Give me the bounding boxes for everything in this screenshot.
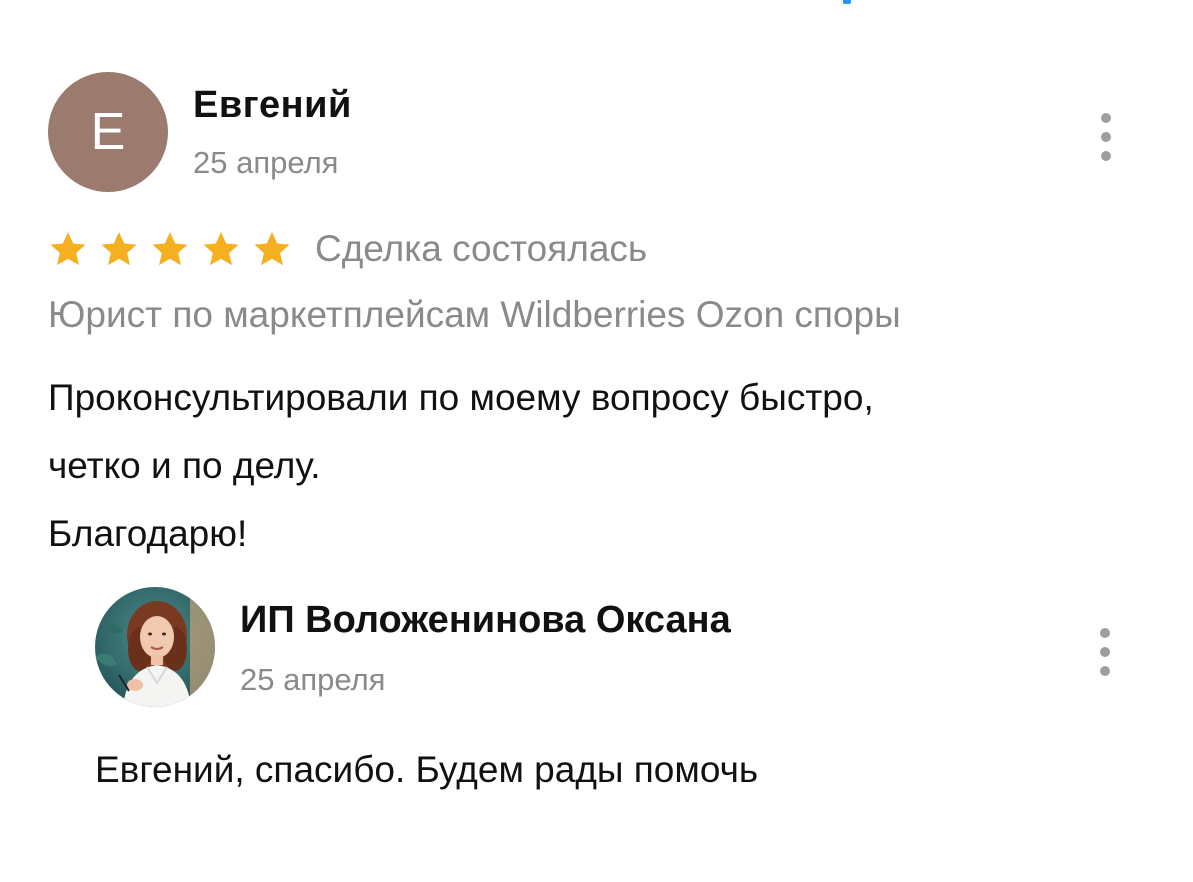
rating-stars (48, 229, 303, 269)
review-text-line: четко и по делу. (48, 445, 321, 486)
star-icon (254, 232, 290, 266)
scroll-accent-mark (843, 0, 851, 4)
reply-author-name[interactable]: ИП Воложенинова Оксана (240, 599, 731, 642)
more-vertical-icon[interactable] (1097, 628, 1113, 676)
rating-row: Сделка состоялась (48, 224, 647, 274)
avatar[interactable]: Е (48, 72, 168, 192)
reply-date: 25 апреля (240, 662, 386, 697)
avatar-initial: Е (90, 103, 126, 161)
reply-text: Евгений, спасибо. Будем рады помочь (95, 749, 759, 790)
star-icon (101, 232, 137, 266)
seller-photo (95, 587, 215, 707)
review-text: Проконсультировали по моему вопросу быст… (48, 364, 1148, 568)
review-text-line: Благодарю! (48, 513, 248, 554)
star-icon (152, 232, 188, 266)
avatar[interactable] (95, 587, 215, 707)
review-author-name[interactable]: Евгений (193, 84, 352, 127)
star-icon (203, 232, 239, 266)
review-text-line: Проконсультировали по моему вопросу быст… (48, 377, 874, 418)
deal-status: Сделка состоялась (315, 228, 648, 269)
star-icon (50, 232, 86, 266)
service-title[interactable]: Юрист по маркетплейсам Wildberries Ozon … (48, 294, 901, 336)
review-date: 25 апреля (193, 145, 339, 180)
more-vertical-icon[interactable] (1098, 113, 1114, 161)
